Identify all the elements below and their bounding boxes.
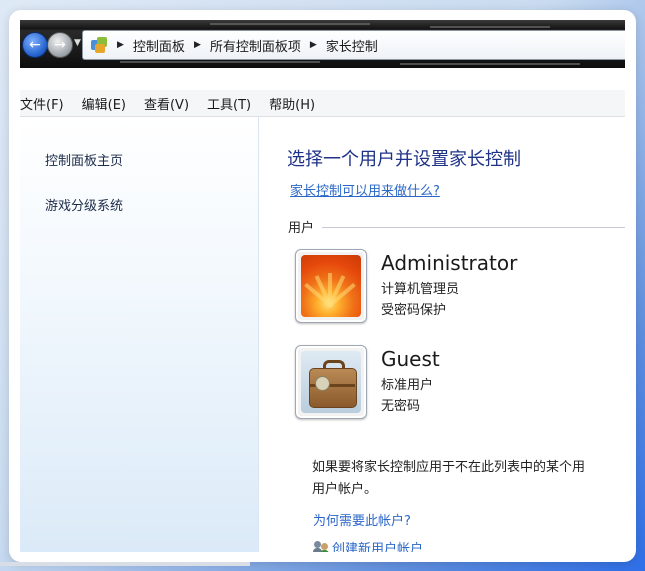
- sidebar: 控制面板主页 游戏分级系统: [20, 117, 259, 552]
- address-bar: ← → ▼ ▶ 控制面板 ▶ 所有控制面板项 ▶ 家长控制: [20, 20, 625, 68]
- history-dropdown-icon[interactable]: ▼: [74, 38, 81, 48]
- breadcrumb-parental-controls[interactable]: 家长控制: [326, 36, 378, 55]
- back-arrow-icon[interactable]: ←: [22, 32, 48, 58]
- explorer-window: ← → ▼ ▶ 控制面板 ▶ 所有控制面板项 ▶ 家长控制 文件(F) 编辑(E…: [20, 20, 625, 552]
- bottom-accent: [0, 562, 250, 566]
- main-content: 选择一个用户并设置家长控制 家长控制可以用来做什么? 用户 Administra…: [259, 117, 625, 552]
- instruction-text: 如果要将家长控制应用于不在此列表中的某个用 用户帐户。: [312, 457, 625, 501]
- user-name[interactable]: Administrator: [381, 251, 517, 275]
- user-status: 受密码保护: [381, 303, 447, 318]
- forward-arrow-icon[interactable]: →: [47, 32, 73, 58]
- menu-view[interactable]: 查看(V): [144, 94, 189, 113]
- screenshot-frame: ← → ▼ ▶ 控制面板 ▶ 所有控制面板项 ▶ 家长控制 文件(F) 编辑(E…: [9, 10, 636, 562]
- control-panel-icon: [91, 37, 107, 53]
- section-label-users: 用户: [288, 221, 315, 236]
- chevron-right-icon[interactable]: ▶: [310, 40, 317, 50]
- menu-tools[interactable]: 工具(T): [207, 94, 251, 113]
- user-name[interactable]: Guest: [381, 347, 440, 371]
- chevron-right-icon[interactable]: ▶: [194, 40, 201, 50]
- user-role: 计算机管理员: [381, 282, 460, 297]
- create-account-link[interactable]: 创建新用户帐户: [313, 538, 423, 552]
- menu-file[interactable]: 文件(F): [20, 94, 64, 113]
- breadcrumb-control-panel[interactable]: 控制面板: [133, 36, 185, 55]
- breadcrumb[interactable]: ▶ 控制面板 ▶ 所有控制面板项 ▶ 家长控制: [82, 30, 625, 60]
- menu-bar: 文件(F) 编辑(E) 查看(V) 工具(T) 帮助(H): [20, 90, 625, 117]
- chevron-right-icon[interactable]: ▶: [117, 40, 124, 50]
- page-title: 选择一个用户并设置家长控制: [287, 149, 521, 170]
- menu-edit[interactable]: 编辑(E): [82, 94, 126, 113]
- instruction-line-2: 用户帐户。: [312, 482, 378, 497]
- help-link[interactable]: 家长控制可以用来做什么?: [290, 180, 440, 199]
- user-status: 无密码: [381, 399, 421, 414]
- sidebar-item-control-panel-home[interactable]: 控制面板主页: [45, 150, 123, 169]
- user-picture-administrator[interactable]: [295, 249, 367, 323]
- create-account-label[interactable]: 创建新用户帐户: [332, 538, 423, 552]
- users-icon: [313, 540, 330, 552]
- user-picture-guest[interactable]: [295, 345, 367, 419]
- suitcase-picture: [301, 351, 361, 413]
- section-divider: [322, 227, 625, 228]
- user-role: 标准用户: [381, 378, 434, 393]
- instruction-line-1: 如果要将家长控制应用于不在此列表中的某个用: [312, 460, 586, 475]
- breadcrumb-all-items[interactable]: 所有控制面板项: [210, 36, 301, 55]
- flower-picture: [301, 255, 361, 317]
- menu-help[interactable]: 帮助(H): [269, 94, 315, 113]
- sidebar-item-game-ratings[interactable]: 游戏分级系统: [45, 195, 123, 214]
- why-account-link[interactable]: 为何需要此帐户?: [313, 510, 411, 529]
